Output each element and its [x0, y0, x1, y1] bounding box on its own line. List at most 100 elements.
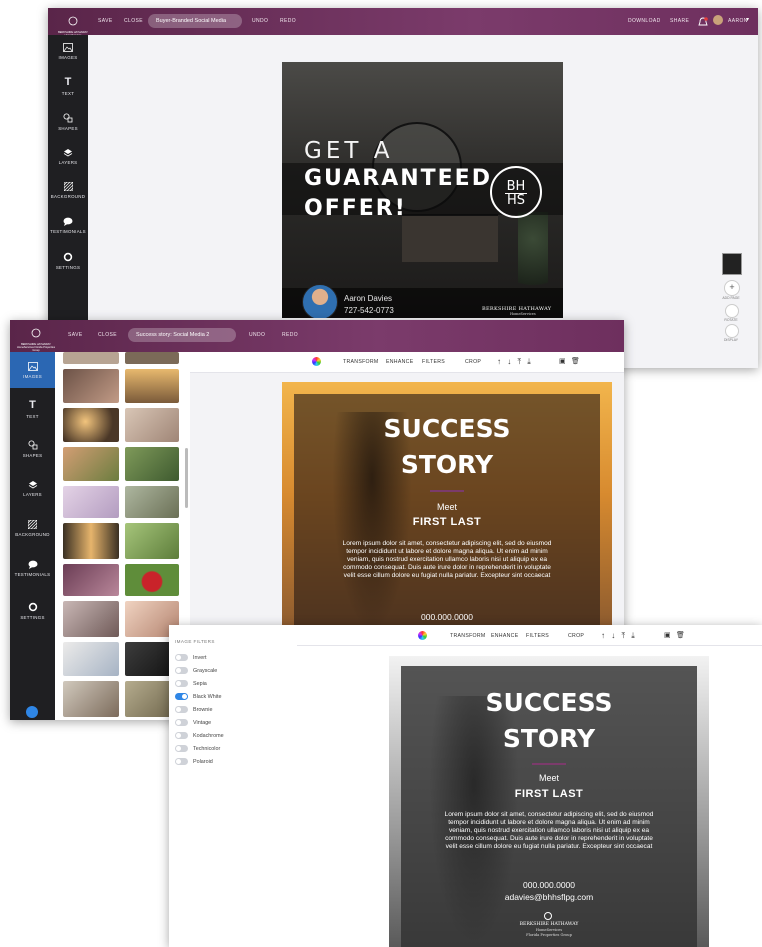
transform-button[interactable]: TRANSFORM: [343, 359, 379, 365]
sidebar-item-shapes[interactable]: SHAPES: [10, 440, 55, 458]
filter-toggle[interactable]: [175, 719, 188, 726]
sidebar-item-layers[interactable]: LAYERS: [10, 480, 55, 497]
filter-option[interactable]: Technicolor: [175, 745, 220, 752]
headline-line-1[interactable]: GET A: [304, 138, 393, 164]
redo-button[interactable]: REDO: [280, 18, 296, 24]
agent-phone[interactable]: 727-542-0773: [344, 306, 394, 315]
phone-number[interactable]: 000.000.0000: [389, 880, 709, 890]
filter-toggle[interactable]: [175, 654, 188, 661]
lock-icon[interactable]: ▣: [559, 357, 566, 365]
filter-option[interactable]: Kodachrome: [175, 732, 224, 739]
filter-toggle[interactable]: [175, 693, 188, 700]
trash-icon[interactable]: 🗑: [571, 357, 580, 365]
library-image-thumb[interactable]: [63, 486, 119, 518]
sidebar-item-testimonials[interactable]: TESTIMONIALS: [48, 217, 88, 234]
library-image-thumb[interactable]: [125, 352, 179, 364]
crop-button[interactable]: CROP: [568, 633, 584, 639]
library-image-thumb[interactable]: [63, 369, 119, 403]
library-image-thumb[interactable]: [125, 564, 179, 596]
library-image-thumb[interactable]: [63, 447, 119, 481]
enhance-button[interactable]: ENHANCE: [386, 359, 413, 365]
redo-button[interactable]: REDO: [282, 332, 298, 338]
title-success[interactable]: SUCCESS: [389, 688, 709, 717]
filter-toggle[interactable]: [175, 758, 188, 765]
close-button[interactable]: CLOSE: [98, 332, 117, 338]
filter-option[interactable]: Grayscale: [175, 667, 217, 674]
library-image-thumb[interactable]: [125, 408, 179, 442]
filter-option[interactable]: Polaroid: [175, 758, 213, 765]
library-image-thumb[interactable]: [63, 601, 119, 637]
library-image-thumb[interactable]: [63, 523, 119, 559]
title-story[interactable]: STORY: [389, 724, 709, 753]
arrange-arrows[interactable]: ↑ ↓ ⤒ ⤓: [497, 357, 533, 367]
lock-icon[interactable]: ▣: [664, 631, 671, 639]
save-button[interactable]: SAVE: [98, 18, 113, 24]
filter-toggle[interactable]: [175, 732, 188, 739]
notification-bell-icon[interactable]: [698, 15, 708, 33]
library-image-thumb[interactable]: [125, 369, 179, 403]
panel-scrollbar[interactable]: [185, 448, 188, 508]
sidebar-item-background[interactable]: BACKGROUND: [48, 182, 88, 199]
document-title-input[interactable]: Success story: Social Media 2: [128, 328, 236, 342]
close-button[interactable]: CLOSE: [124, 18, 143, 24]
filters-button[interactable]: FILTERS: [422, 359, 445, 365]
sidebar-item-images[interactable]: IMAGES: [10, 352, 55, 388]
headline-line-3[interactable]: OFFER!: [304, 196, 407, 221]
library-image-thumb[interactable]: [63, 564, 119, 596]
filter-toggle[interactable]: [175, 706, 188, 713]
add-page-button[interactable]: +: [724, 280, 740, 296]
download-button[interactable]: DOWNLOAD: [628, 18, 661, 24]
name-label[interactable]: FIRST LAST: [389, 788, 709, 800]
library-image-thumb[interactable]: [63, 681, 119, 717]
sidebar-item-settings[interactable]: SETTINGS: [48, 252, 88, 270]
library-image-thumb[interactable]: [63, 408, 119, 442]
body-text[interactable]: Lorem ipsum dolor sit amet, consectetur …: [340, 540, 554, 580]
page-thumbnail[interactable]: [722, 253, 742, 275]
bhhs-logo-circle[interactable]: BH HS: [490, 166, 542, 218]
canvas-poster-success-story[interactable]: SUCCESS STORY Meet FIRST LAST Lorem ipsu…: [282, 382, 612, 632]
sidebar-item-text[interactable]: T TEXT: [48, 77, 88, 97]
enhance-button[interactable]: ENHANCE: [491, 633, 518, 639]
rotate-button[interactable]: [725, 304, 739, 318]
sidebar-item-settings[interactable]: SETTINGS: [10, 602, 55, 620]
title-success[interactable]: SUCCESS: [282, 414, 612, 443]
library-image-thumb[interactable]: [63, 352, 119, 364]
name-label[interactable]: FIRST LAST: [282, 516, 612, 528]
library-image-thumb[interactable]: [125, 447, 179, 481]
canvas-poster-guaranteed-offer[interactable]: GET A GUARANTEED OFFER! BH HS Aaron Davi…: [282, 62, 563, 318]
filter-toggle[interactable]: [175, 680, 188, 687]
filter-option[interactable]: Brownie: [175, 706, 212, 713]
document-title-input[interactable]: Buyer-Branded Social Media: [148, 14, 242, 28]
transform-button[interactable]: TRANSFORM: [450, 633, 486, 639]
filter-option[interactable]: Sepia: [175, 680, 207, 687]
footer-brand[interactable]: BERKSHIRE HATHAWAY: [389, 922, 709, 927]
color-wheel-icon[interactable]: [418, 631, 427, 640]
sidebar-item-background[interactable]: BACKGROUND: [10, 520, 55, 537]
chat-bubble-icon[interactable]: [26, 706, 38, 718]
sidebar-item-testimonials[interactable]: TESTIMONIALS: [10, 560, 55, 577]
library-image-thumb[interactable]: [125, 523, 179, 559]
filter-option[interactable]: Invert: [175, 654, 206, 661]
user-menu[interactable]: AARON: [728, 18, 748, 24]
filter-option[interactable]: Black White: [175, 693, 221, 700]
filter-option[interactable]: Vintage: [175, 719, 211, 726]
sidebar-item-shapes[interactable]: SHAPES: [48, 113, 88, 131]
headline-line-2[interactable]: GUARANTEED: [304, 166, 492, 191]
save-button[interactable]: SAVE: [68, 332, 83, 338]
share-button[interactable]: SHARE: [670, 18, 689, 24]
canvas-poster-success-story-bw[interactable]: SUCCESS STORY Meet FIRST LAST Lorem ipsu…: [389, 656, 709, 947]
trash-icon[interactable]: 🗑: [676, 631, 685, 639]
chevron-down-icon[interactable]: ▾: [746, 16, 749, 23]
sidebar-item-text[interactable]: T TEXT: [10, 400, 55, 420]
agent-photo[interactable]: [302, 284, 338, 318]
title-story[interactable]: STORY: [282, 450, 612, 479]
library-image-thumb[interactable]: [63, 642, 119, 676]
phone-number[interactable]: 000.000.0000: [282, 612, 612, 622]
email-address[interactable]: adavies@bhhsflpg.com: [389, 892, 709, 902]
sidebar-item-images[interactable]: IMAGES: [48, 43, 88, 60]
filter-toggle[interactable]: [175, 745, 188, 752]
agent-name[interactable]: Aaron Davies: [344, 294, 392, 303]
undo-button[interactable]: UNDO: [249, 332, 265, 338]
filters-button[interactable]: FILTERS: [526, 633, 549, 639]
arrange-arrows[interactable]: ↑ ↓ ⤒ ⤓: [601, 631, 637, 641]
